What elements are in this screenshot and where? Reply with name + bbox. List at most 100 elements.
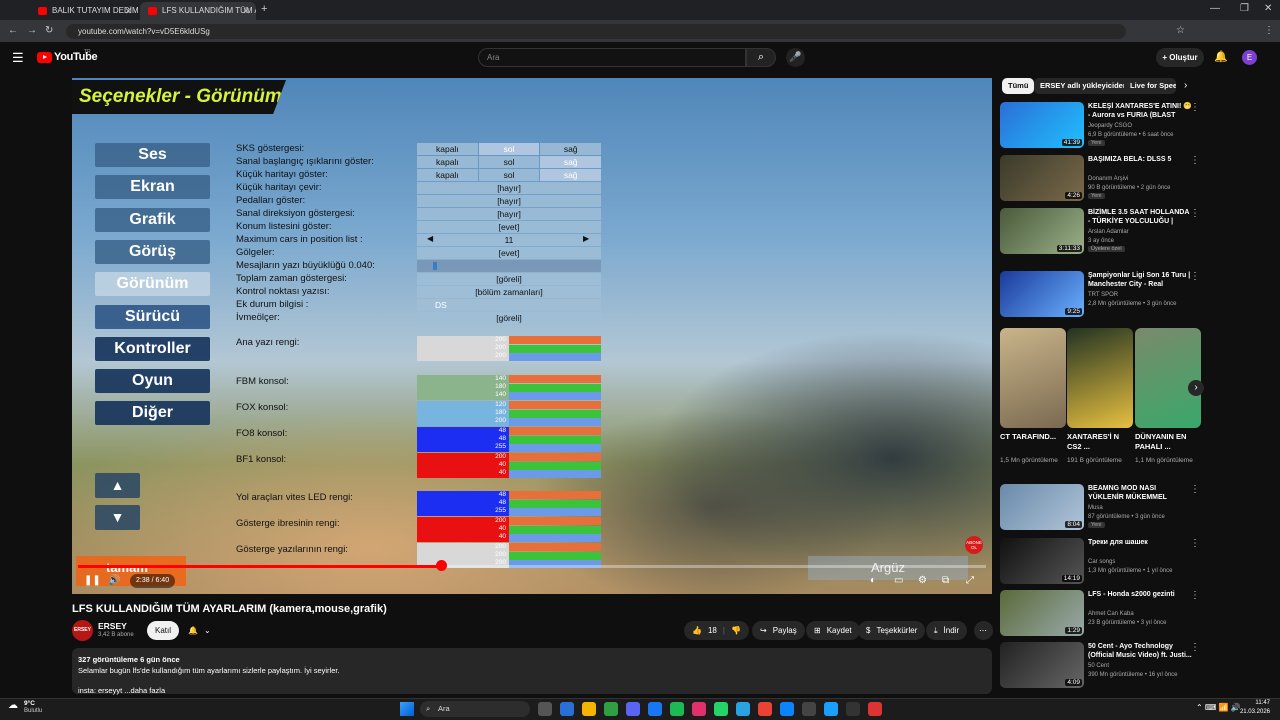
game-menu-gorunum[interactable]: Görünüm: [95, 272, 210, 296]
rec-title[interactable]: BEAMNG MOD NASI YÜKLENİR MÜKEMMEL ANLATI…: [1088, 484, 1192, 503]
description-box[interactable]: 327 görüntüleme 6 gün önce Selamlar bugü…: [72, 648, 992, 696]
notifications-bell-icon[interactable]: 🔔: [1214, 50, 1228, 63]
red-channel-slider[interactable]: [509, 491, 601, 499]
red-channel-slider[interactable]: [509, 543, 601, 551]
chip-uploader[interactable]: ERSEY adlı yükleyiciden: [1034, 78, 1134, 94]
more-options-icon[interactable]: ⋮: [1190, 642, 1200, 653]
like-dislike-group[interactable]: 👍 18 | 👎: [684, 621, 749, 640]
spotify-icon[interactable]: [670, 702, 684, 716]
blue-channel-slider[interactable]: [509, 444, 601, 452]
save-button[interactable]: ⊞ Kaydet: [806, 621, 860, 640]
whatsapp-icon[interactable]: [714, 702, 728, 716]
share-button[interactable]: ↪ Paylaş: [752, 621, 805, 640]
task-view-icon[interactable]: [538, 702, 552, 716]
fullscreen-icon[interactable]: ⤢: [966, 574, 974, 588]
minimize-icon[interactable]: —: [1210, 3, 1220, 14]
sks-option-group[interactable]: kapalı sol sağ: [417, 143, 602, 155]
video-thumbnail[interactable]: 41:39: [1000, 102, 1084, 148]
option-left[interactable]: sol: [478, 169, 540, 181]
notification-bell-button[interactable]: 🔔 ⌄: [180, 621, 219, 640]
more-options-icon[interactable]: ⋮: [1190, 271, 1200, 282]
more-actions-button[interactable]: ⋯: [974, 621, 993, 640]
new-tab-icon[interactable]: +: [261, 3, 267, 15]
close-tab-icon[interactable]: ✕: [242, 2, 250, 20]
video-thumbnail[interactable]: 8:04: [1000, 484, 1084, 530]
dislike-icon[interactable]: 👎: [731, 621, 741, 640]
setting-value[interactable]: DS: [417, 299, 601, 311]
video-thumbnail[interactable]: 4:26: [1000, 155, 1084, 201]
red-channel-slider[interactable]: [509, 517, 601, 525]
game-menu-oyun[interactable]: Oyun: [95, 369, 210, 393]
progress-scrubber[interactable]: [436, 560, 448, 571]
game-menu-ekran[interactable]: Ekran: [95, 175, 210, 199]
more-options-icon[interactable]: ⋮: [1190, 155, 1200, 166]
autoplay-toggle-icon[interactable]: ◐: [870, 574, 876, 588]
browser-tab-active[interactable]: LFS KULLANDIĞIM TÜM AY ✕: [140, 2, 256, 20]
decrease-arrow-icon[interactable]: ◀: [427, 234, 433, 243]
option-off[interactable]: kapalı: [417, 143, 478, 155]
blue-channel-slider[interactable]: [509, 353, 601, 361]
rec-channel[interactable]: TRT SPOR: [1088, 291, 1177, 300]
red-channel-slider[interactable]: [509, 336, 601, 344]
lights-option-group[interactable]: kapalı sol sağ: [417, 156, 602, 168]
maximize-icon[interactable]: ❐: [1240, 3, 1249, 14]
more-options-icon[interactable]: ⋮: [1190, 590, 1200, 601]
subscribe-badge[interactable]: ABONE OL: [965, 536, 983, 554]
blue-channel-slider[interactable]: [509, 534, 601, 542]
more-options-icon[interactable]: ⋮: [1190, 208, 1200, 219]
browser-menu-icon[interactable]: ⋮: [1264, 24, 1274, 38]
color-swatch[interactable]: 48 48 255: [417, 491, 509, 516]
url-field[interactable]: youtube.com/watch?v=vD5E6kldUSg: [66, 24, 1126, 39]
more-options-icon[interactable]: ⋮: [1190, 484, 1200, 495]
settings-gear-icon[interactable]: ⚙: [918, 574, 927, 588]
captions-icon[interactable]: ▭: [894, 574, 903, 588]
game-menu-kontroller[interactable]: Kontroller: [95, 337, 210, 361]
rec-title[interactable]: LFS - Honda s2000 gezinti: [1088, 590, 1192, 599]
close-window-icon[interactable]: ✕: [1264, 3, 1272, 14]
green-channel-slider[interactable]: [509, 499, 601, 508]
color-swatch[interactable]: 200 40 40: [417, 453, 509, 478]
video-thumbnail[interactable]: 3:11:33: [1000, 208, 1084, 254]
chrome-icon[interactable]: [758, 702, 772, 716]
green-channel-slider[interactable]: [509, 344, 601, 353]
rec-title[interactable]: BİZİMLE 3.5 SAAT HOLLANDA - TÜRKİYE YOLC…: [1088, 208, 1192, 227]
font-size-slider[interactable]: [417, 260, 601, 272]
setting-value[interactable]: [göreli]: [417, 273, 601, 285]
browser-tab[interactable]: BALIK TUTAYIM DEDİM BALIĞI✕: [30, 2, 138, 20]
rec-title[interactable]: 50 Cent - Ayo Technology (Official Music…: [1088, 642, 1192, 660]
option-right[interactable]: sağ: [540, 143, 602, 155]
video-thumbnail[interactable]: 4:09: [1000, 642, 1084, 688]
rec-title[interactable]: BAŞIMIZA BELA: DLSS 5: [1088, 155, 1192, 164]
rec-title[interactable]: Şampiyonlar Ligi Son 16 Turu | Mancheste…: [1088, 271, 1192, 290]
rec-channel[interactable]: Musa: [1088, 504, 1165, 513]
color-swatch[interactable]: 200 200 200: [417, 336, 509, 361]
recommended-video[interactable]: 41:39 KELEŞİ XANTARES'E ATINI! 😁 - Auror…: [1000, 102, 1200, 152]
edge-icon[interactable]: [780, 702, 794, 716]
color-swatch[interactable]: 200 40 40: [417, 517, 509, 542]
option-off[interactable]: kapalı: [417, 169, 478, 181]
video-player[interactable]: Seçenekler - Görünüm Ses Ekran Grafik Gö…: [72, 78, 992, 594]
recommended-video[interactable]: 4:26 BAŞIMIZA BELA: DLSS 5 Donanım Arşiv…: [1000, 155, 1200, 205]
blue-channel-slider[interactable]: [509, 508, 601, 516]
store-icon[interactable]: [604, 702, 618, 716]
reload-icon[interactable]: ↻: [45, 24, 53, 38]
recommended-video[interactable]: 1:29 LFS - Honda s2000 gezinti Ahmet Can…: [1000, 590, 1200, 640]
description-more[interactable]: insta: erseyyt ...daha fazla: [78, 685, 986, 696]
volume-icon[interactable]: 🔊: [108, 574, 120, 588]
weather-icon[interactable]: ☁: [8, 700, 18, 711]
miniplayer-icon[interactable]: ⧉: [942, 574, 949, 588]
setting-value[interactable]: [bölüm zamanları]: [417, 286, 601, 298]
game-menu-grafik[interactable]: Grafik: [95, 208, 210, 232]
color-swatch[interactable]: 120 180 200: [417, 401, 509, 426]
instagram-icon[interactable]: [692, 702, 706, 716]
folder-icon[interactable]: [582, 702, 596, 716]
youtube-logo-icon[interactable]: [37, 52, 52, 63]
app-icon[interactable]: [868, 702, 882, 716]
facebook-icon[interactable]: [648, 702, 662, 716]
red-channel-slider[interactable]: [509, 453, 601, 461]
windows-start-icon[interactable]: [400, 702, 414, 716]
search-input[interactable]: Ara: [478, 48, 746, 67]
steam-icon[interactable]: [824, 702, 838, 716]
setting-value[interactable]: [evet]: [417, 247, 601, 259]
app-icon[interactable]: [846, 702, 860, 716]
